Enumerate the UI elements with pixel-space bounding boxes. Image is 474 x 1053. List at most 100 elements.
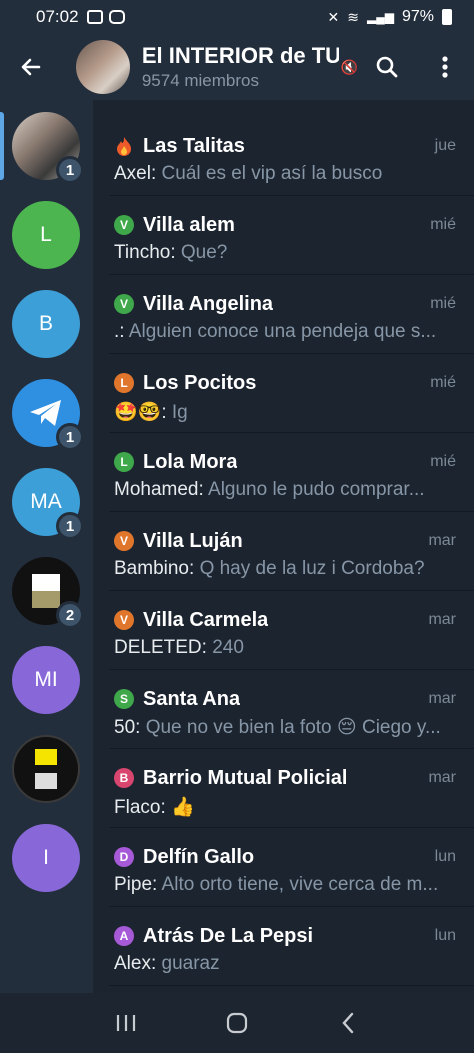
- topic-row[interactable]: S Santa Ana mar 50: Que no ve bien la fo…: [93, 670, 474, 749]
- folder-item-general[interactable]: 1: [12, 112, 84, 184]
- message-sender: .:: [114, 321, 125, 342]
- message-preview: 👍: [171, 797, 195, 818]
- folder-item-l[interactable]: L: [12, 201, 80, 269]
- folder-item-image-2[interactable]: [12, 735, 80, 803]
- message-sender: Flaco:: [114, 797, 166, 818]
- unread-badge: 2: [56, 601, 84, 629]
- message-preview: Cuál es el vip así la busco: [161, 163, 383, 184]
- back-nav-button[interactable]: [328, 1003, 368, 1043]
- topic-name: Villa Carmela: [143, 608, 269, 631]
- more-vertical-icon: [442, 56, 448, 78]
- group-avatar[interactable]: [75, 40, 130, 94]
- back-button[interactable]: [0, 34, 62, 100]
- search-icon: [376, 56, 398, 78]
- message-sender: DELETED:: [114, 637, 207, 658]
- folder-item-image[interactable]: 2: [12, 557, 84, 629]
- topic-row[interactable]: V Villa Luján mar Bambino: Q hay de la l…: [93, 512, 474, 591]
- folder-label: L: [40, 223, 52, 246]
- folder-item-ma[interactable]: MA 1: [12, 468, 84, 540]
- group-title: El INTERIOR de TUC: [141, 43, 339, 68]
- folder-item-telegram[interactable]: 1: [12, 379, 84, 451]
- status-right: ✕ ≋ ▂▄▆ 97%: [328, 8, 452, 26]
- message-preview: Alto orto tiene, vive cerca de m...: [161, 874, 439, 895]
- unread-badge: 1: [56, 512, 84, 540]
- topic-row[interactable]: V Villa Angelina mié .: Alguien conoce u…: [93, 275, 474, 354]
- topic-name: Villa alem: [143, 213, 235, 236]
- topic-row[interactable]: Las Talitas jue Axel: Cuál es el vip así…: [93, 117, 474, 196]
- message-sender: Mohamed:: [114, 479, 204, 500]
- topic-letter-icon: B: [114, 768, 134, 788]
- gallery-notification-icon: [86, 10, 103, 24]
- topic-row[interactable]: V Villa alem mié Tincho: Que?: [93, 196, 474, 275]
- topic-date: lun: [434, 848, 456, 865]
- topic-letter-icon: V: [114, 215, 134, 235]
- message-sender: 🤩🤓:: [114, 402, 167, 423]
- signal-icon: ▂▄▆: [367, 10, 394, 24]
- topic-row[interactable]: L Lola Mora mié Mohamed: Alguno le pudo …: [93, 433, 474, 512]
- topic-date: mié: [430, 453, 456, 470]
- chevron-left-icon: [342, 1012, 354, 1034]
- topic-row[interactable]: L Los Pocitos mié 🤩🤓: Ig: [93, 354, 474, 433]
- folder-item-mi[interactable]: MI: [12, 646, 80, 714]
- more-menu-button[interactable]: [416, 38, 474, 96]
- folder-label: I: [43, 846, 49, 869]
- status-time: 07:02: [36, 7, 79, 26]
- topics-sidebar: 1 L B 1 MA 1 2 MI I: [0, 100, 93, 993]
- topic-row[interactable]: B Barrio Mutual Policial mar Flaco: 👍: [93, 749, 474, 828]
- folder-item-i[interactable]: I: [12, 824, 80, 892]
- message-sender: Bambino:: [114, 558, 195, 579]
- instagram-notification-icon: [108, 10, 125, 24]
- folder-item-b[interactable]: B: [12, 290, 80, 358]
- member-count: 9574 miembros: [141, 71, 259, 90]
- folder-label: B: [38, 312, 53, 335]
- message-sender: Pipe:: [114, 874, 158, 895]
- message-sender: Axel:: [114, 163, 157, 184]
- topic-date: mié: [430, 374, 456, 391]
- search-button[interactable]: [358, 38, 416, 96]
- topic-letter-icon: L: [114, 373, 134, 393]
- topic-row[interactable]: A Atrás De La Pepsi lun Alex: guaraz: [93, 907, 474, 986]
- divider: [109, 985, 474, 986]
- system-nav-bar: [0, 993, 474, 1053]
- home-button[interactable]: [217, 1003, 257, 1043]
- topic-letter-icon: V: [114, 294, 134, 314]
- topic-letter-icon: V: [114, 531, 134, 551]
- topic-name: Villa Angelina: [143, 292, 274, 315]
- home-icon: [226, 1012, 248, 1034]
- arrow-left-icon: [21, 58, 41, 76]
- header-titles[interactable]: El INTERIOR de TUC 9574 miembros: [142, 43, 339, 91]
- topic-date: mié: [430, 216, 456, 233]
- topic-name: Barrio Mutual Policial: [143, 766, 348, 789]
- chat-header: El INTERIOR de TUC 9574 miembros 🔇: [0, 34, 474, 100]
- topic-name: Las Talitas: [143, 134, 245, 157]
- topic-letter-icon: D: [114, 847, 134, 867]
- topic-name: Villa Luján: [143, 529, 243, 552]
- status-bar: 07:02 ✕ ≋ ▂▄▆ 97%: [0, 0, 474, 34]
- topic-name: Delfín Gallo: [143, 845, 255, 868]
- recent-apps-icon: [116, 1015, 135, 1031]
- topic-name: Lola Mora: [143, 450, 238, 473]
- avatar-image: [32, 574, 60, 608]
- topic-row[interactable]: V Villa Carmela mar DELETED: 240: [93, 591, 474, 670]
- topic-date: mar: [428, 532, 456, 549]
- message-preview: Ig: [171, 402, 188, 423]
- battery-percent: 97%: [401, 8, 434, 25]
- fire-icon: [114, 135, 134, 157]
- topic-row[interactable]: D Delfín Gallo lun Pipe: Alto orto tiene…: [93, 828, 474, 907]
- muted-icon: 🔇: [340, 58, 358, 75]
- topic-letter-icon: L: [114, 452, 134, 472]
- recent-apps-button[interactable]: [106, 1003, 146, 1043]
- message-preview: Q hay de la luz i Cordoba?: [199, 558, 425, 579]
- mute-status-icon: ✕: [327, 8, 340, 25]
- topic-list: Las Talitas jue Axel: Cuál es el vip así…: [93, 100, 474, 993]
- active-indicator: [0, 112, 4, 180]
- topic-date: mié: [430, 295, 456, 312]
- unread-badge: 1: [56, 423, 84, 451]
- topic-date: jue: [434, 137, 456, 154]
- wifi-icon: ≋: [347, 8, 359, 25]
- header-actions: [358, 38, 474, 96]
- topic-name: Santa Ana: [143, 687, 241, 710]
- topic-letter-icon: A: [114, 926, 134, 946]
- message-sender: 50:: [114, 717, 141, 738]
- battery-icon: [442, 9, 452, 25]
